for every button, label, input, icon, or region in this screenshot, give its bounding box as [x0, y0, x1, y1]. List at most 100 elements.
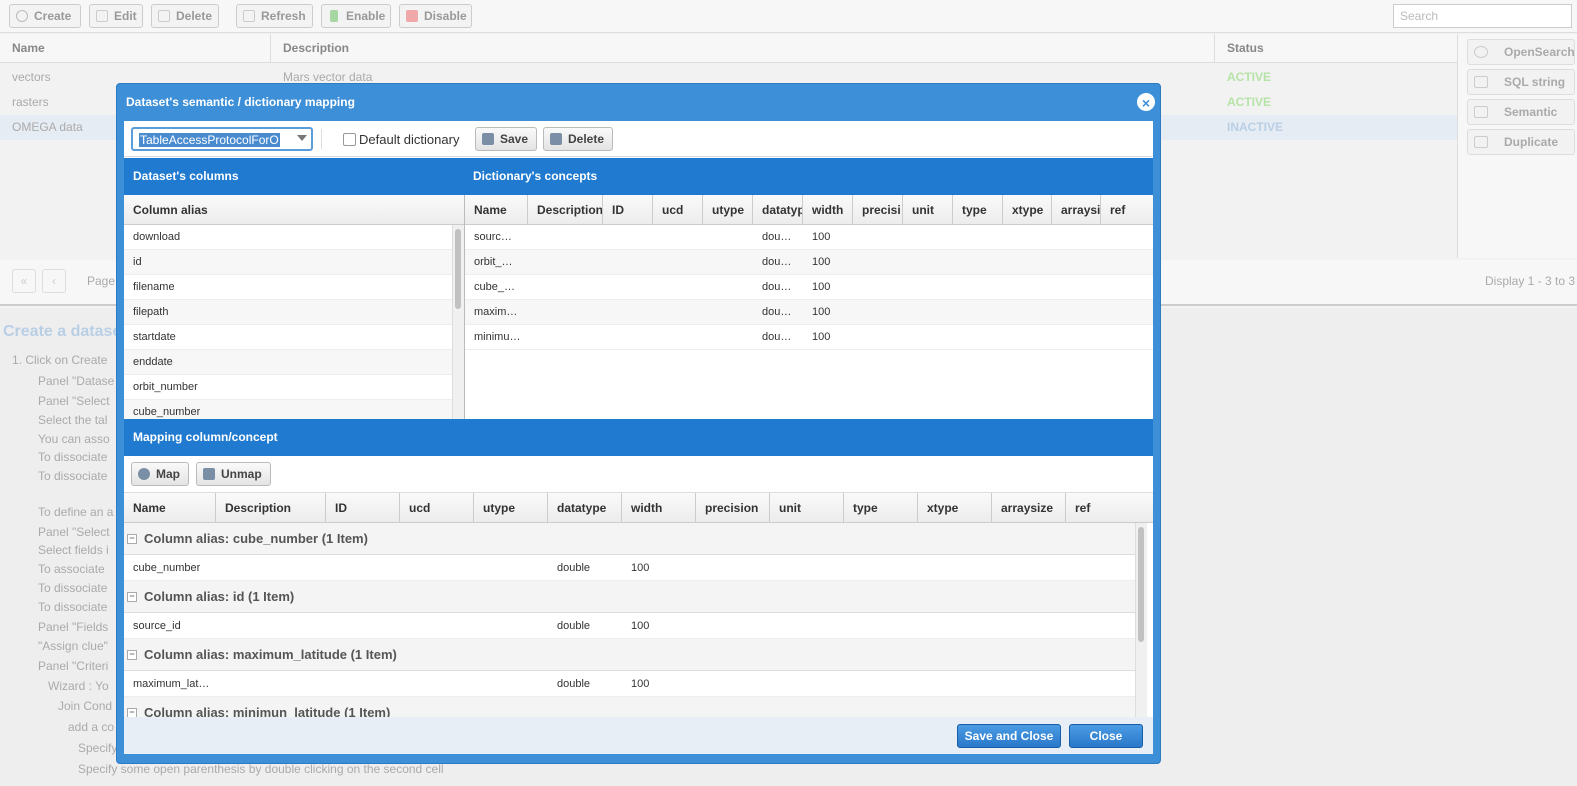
table-row[interactable]: cube_… dou… 100	[465, 275, 1153, 300]
concept-col-description[interactable]: Description	[528, 195, 603, 225]
mapping-scrollbar[interactable]	[1135, 523, 1147, 717]
group-header[interactable]: − Column alias: maximum_latitude (1 Item)	[124, 639, 1135, 671]
refresh-button[interactable]: Refresh	[236, 4, 313, 28]
list-item[interactable]: cube_number	[124, 400, 452, 419]
first-page-icon[interactable]: «	[12, 269, 36, 293]
unmap-button[interactable]: Unmap	[196, 462, 271, 486]
opensearch-button[interactable]: OpenSearch	[1467, 39, 1575, 65]
column-alias-header[interactable]: Column alias	[124, 195, 464, 225]
concept-col-xtype[interactable]: xtype	[1003, 195, 1052, 225]
table-row[interactable]: sourc… dou… 100	[465, 225, 1153, 250]
table-row[interactable]: cube_number double 100	[124, 555, 1135, 581]
header-status[interactable]: Status	[1215, 34, 1457, 63]
default-dictionary-checkbox[interactable]	[343, 133, 356, 146]
mapping-col-unit[interactable]: unit	[770, 493, 844, 523]
collapse-icon[interactable]: −	[127, 650, 137, 660]
list-item[interactable]: orbit_number	[124, 375, 452, 400]
mapping-col-ref[interactable]: ref	[1066, 493, 1153, 523]
mapping-col-name[interactable]: Name	[124, 493, 216, 523]
page-label: Page	[87, 274, 116, 288]
help-line: Panel "Fields	[38, 620, 109, 634]
close-button[interactable]: Close	[1069, 724, 1143, 748]
chevron-down-icon[interactable]	[297, 135, 307, 141]
concept-col-unit[interactable]: unit	[903, 195, 953, 225]
concept-col-ucd[interactable]: ucd	[653, 195, 703, 225]
scroll-thumb[interactable]	[455, 229, 461, 309]
create-button[interactable]: Create	[9, 4, 81, 28]
scroll-thumb[interactable]	[1138, 527, 1144, 642]
map-button[interactable]: Map	[131, 462, 189, 486]
duplicate-button[interactable]: Duplicate	[1467, 129, 1575, 155]
mapping-col-xtype[interactable]: xtype	[918, 493, 992, 523]
table-row[interactable]: source_id double 100	[124, 613, 1135, 639]
mapping-col-ucd[interactable]: ucd	[400, 493, 474, 523]
header-name[interactable]: Name	[0, 34, 271, 63]
help-line: Panel "Select	[38, 394, 110, 408]
mapping-col-arraysize[interactable]: arraysize	[992, 493, 1066, 523]
columns-scrollbar[interactable]	[452, 225, 464, 419]
divider	[321, 129, 322, 149]
group-header[interactable]: − Column alias: minimun_latitude (1 Item)	[124, 697, 1135, 717]
columns-title: Dataset's columns	[133, 169, 239, 183]
concept-col-datatype[interactable]: datatyp	[753, 195, 803, 225]
dictionary-select[interactable]: TableAccessProtocolForO	[131, 127, 313, 151]
collapse-icon[interactable]: −	[127, 534, 137, 544]
table-row[interactable]: orbit_… dou… 100	[465, 250, 1153, 275]
concept-col-name[interactable]: Name	[465, 195, 528, 225]
list-item[interactable]: id	[124, 250, 452, 275]
help-line: To dissociate	[38, 469, 108, 483]
enable-button[interactable]: Enable	[321, 4, 391, 28]
mapping-col-utype[interactable]: utype	[474, 493, 548, 523]
edit-button[interactable]: Edit	[89, 4, 143, 28]
list-item[interactable]: enddate	[124, 350, 452, 375]
concept-col-precision[interactable]: precisi	[853, 195, 903, 225]
mapping-col-type[interactable]: type	[844, 493, 918, 523]
group-header[interactable]: − Column alias: cube_number (1 Item)	[124, 523, 1135, 555]
delete-button[interactable]: Delete	[151, 4, 219, 28]
save-and-close-button[interactable]: Save and Close	[957, 724, 1061, 748]
main-toolbar: Create Edit Delete Refresh Enable Disabl…	[0, 0, 1577, 33]
search-input[interactable]: Search	[1393, 4, 1572, 28]
concept-col-id[interactable]: ID	[603, 195, 653, 225]
mapping-col-width[interactable]: width	[622, 493, 696, 523]
mapping-grid: − Column alias: cube_number (1 Item) cube…	[124, 523, 1153, 717]
dialog-toolbar: TableAccessProtocolForO Default dictiona…	[124, 121, 1153, 157]
list-item[interactable]: filepath	[124, 300, 452, 325]
concept-col-ref[interactable]: ref	[1101, 195, 1153, 225]
concept-col-arraysize[interactable]: arraysi	[1052, 195, 1101, 225]
help-line: Wizard : Yo	[48, 679, 109, 693]
collapse-icon[interactable]: −	[127, 592, 137, 602]
add-icon	[138, 468, 150, 480]
list-item[interactable]: download	[124, 225, 452, 250]
sql-string-button[interactable]: SQL string	[1467, 69, 1575, 95]
concept-col-type[interactable]: type	[953, 195, 1003, 225]
mapping-col-id[interactable]: ID	[326, 493, 400, 523]
prev-page-icon[interactable]: ‹	[42, 269, 66, 293]
table-row[interactable]: maximum_lat… double 100	[124, 671, 1135, 697]
stop-icon	[406, 10, 418, 22]
delete-button[interactable]: Delete	[543, 127, 614, 151]
trash-icon	[158, 10, 170, 22]
close-icon[interactable]: ×	[1137, 93, 1155, 111]
header-description[interactable]: Description	[271, 34, 1215, 63]
list-item[interactable]: startdate	[124, 325, 452, 350]
group-header[interactable]: − Column alias: id (1 Item)	[124, 581, 1135, 613]
table-row[interactable]: minimu… dou… 100	[465, 325, 1153, 350]
table-row[interactable]: maxim… dou… 100	[465, 300, 1153, 325]
columns-concepts-header: Dataset's columns Dictionary's concepts	[124, 158, 1153, 195]
mapping-grid-header: Name Description ID ucd utype datatype w…	[124, 493, 1153, 523]
concepts-grid: sourc… dou… 100 orbit_… dou… 100 cube_… dou… 1…	[465, 225, 1153, 419]
columns-list: download id filename filepath startdate …	[124, 225, 464, 419]
semantic-button[interactable]: Semantic	[1467, 99, 1575, 125]
help-line: Panel "Select	[38, 525, 110, 539]
collapse-icon[interactable]: −	[127, 708, 137, 717]
concept-col-width[interactable]: width	[803, 195, 853, 225]
save-button[interactable]: Save	[475, 127, 538, 151]
disable-button[interactable]: Disable	[399, 4, 472, 28]
pencil-icon	[96, 10, 108, 22]
concept-col-utype[interactable]: utype	[703, 195, 753, 225]
mapping-col-precision[interactable]: precision	[696, 493, 770, 523]
mapping-col-description[interactable]: Description	[216, 493, 326, 523]
mapping-col-datatype[interactable]: datatype	[548, 493, 622, 523]
list-item[interactable]: filename	[124, 275, 452, 300]
